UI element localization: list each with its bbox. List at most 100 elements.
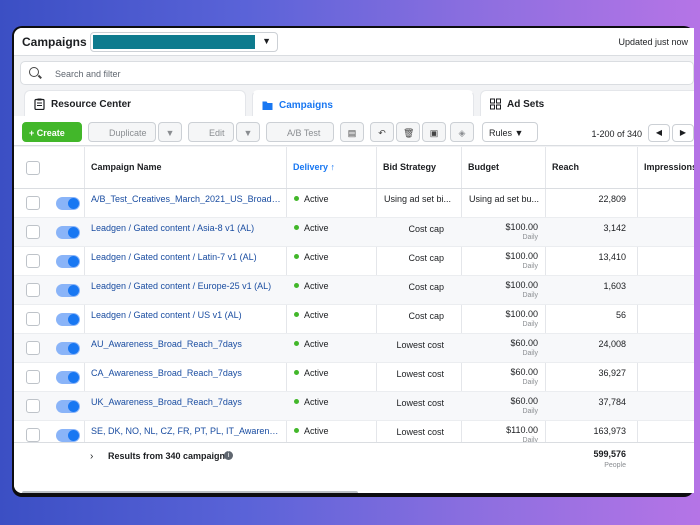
column-impressions[interactable]: Impressions [644, 162, 694, 172]
column-campaign-name[interactable]: Campaign Name [91, 162, 162, 172]
campaign-name-link[interactable]: CA_Awareness_Broad_Reach_7days [91, 368, 281, 378]
campaign-name-link[interactable]: Leadgen / Gated content / Europe-25 v1 (… [91, 281, 281, 291]
undo-button[interactable]: ↶ [370, 122, 394, 142]
row-checkbox[interactable] [26, 283, 40, 297]
info-icon[interactable]: i [224, 451, 233, 460]
total-reach: 599,576 [593, 449, 626, 459]
budget-value: $100.00 [505, 222, 538, 232]
campaign-toggle[interactable] [56, 284, 80, 297]
campaign-toggle[interactable] [56, 400, 80, 413]
campaign-toggle[interactable] [56, 371, 80, 384]
row-checkbox[interactable] [26, 225, 40, 239]
clipboard-button[interactable]: ▤ [340, 122, 364, 142]
row-checkbox[interactable] [26, 428, 40, 442]
campaign-name-link[interactable]: UK_Awareness_Broad_Reach_7days [91, 397, 281, 407]
budget-value: $60.00 [510, 338, 538, 348]
bid-strategy: Lowest cost [396, 369, 444, 379]
campaign-name-link[interactable]: A/B_Test_Creatives_March_2021_US_Broad_.… [91, 194, 281, 204]
updated-status: Updated just now [618, 37, 688, 47]
tag-button[interactable]: ◈ [450, 122, 474, 142]
delivery-label: Active [304, 339, 329, 349]
delivery-status: Active [294, 339, 329, 349]
column-budget[interactable]: Budget [468, 162, 499, 172]
clipboard-icon: ▤ [347, 128, 357, 138]
create-button[interactable]: + Create [22, 122, 82, 142]
ab-test-button[interactable]: A/B Test [266, 122, 334, 142]
campaign-name-link[interactable]: Leadgen / Gated content / Latin-7 v1 (AL… [91, 252, 281, 262]
prev-page-button[interactable]: ◀ [648, 124, 670, 142]
table-row[interactable]: Leadgen / Gated content / Europe-25 v1 (… [14, 276, 694, 305]
tab-label: Campaigns [279, 100, 333, 111]
delivery-label: Active [304, 281, 329, 291]
edit-dropdown-button[interactable]: ▼ [236, 122, 260, 142]
preview-button[interactable]: ▣ [422, 122, 446, 142]
bid-strategy: Cost cap [408, 224, 444, 234]
status-dot-icon [294, 225, 299, 230]
campaign-toggle[interactable] [56, 313, 80, 326]
budget-value: $100.00 [505, 280, 538, 290]
clipboard-icon [34, 98, 45, 110]
table-row[interactable]: Leadgen / Gated content / Asia-8 v1 (AL)… [14, 218, 694, 247]
row-checkbox[interactable] [26, 341, 40, 355]
device-frame: Campaigns ▼ Updated just now Search and … [12, 26, 694, 497]
rules-button[interactable]: Rules ▼ [482, 122, 538, 142]
delivery-status: Active [294, 310, 329, 320]
select-all-checkbox[interactable] [26, 161, 40, 175]
status-dot-icon [294, 254, 299, 259]
next-page-button[interactable]: ▶ [672, 124, 694, 142]
column-reach[interactable]: Reach [552, 162, 579, 172]
pagination-range: 1-200 of 340 [591, 129, 642, 139]
budget-value: $100.00 [505, 309, 538, 319]
table-row[interactable]: Leadgen / Gated content / US v1 (AL) Acti… [14, 305, 694, 334]
duplicate-button[interactable]: Duplicate [88, 122, 156, 142]
edit-button[interactable]: Edit [188, 122, 234, 142]
campaign-toggle[interactable] [56, 226, 80, 239]
table-row[interactable]: CA_Awareness_Broad_Reach_7days Active Lowe… [14, 363, 694, 392]
table-row[interactable]: UK_Awareness_Broad_Reach_7days Active Lowe… [14, 392, 694, 421]
table-row[interactable]: A/B_Test_Creatives_March_2021_US_Broad_.… [14, 189, 694, 218]
column-bid-strategy[interactable]: Bid Strategy [383, 162, 436, 172]
column-delivery[interactable]: Delivery ↑ [293, 162, 335, 172]
row-checkbox[interactable] [26, 254, 40, 268]
reach-value: 13,410 [598, 252, 626, 262]
tab-resource-center[interactable]: Resource Center [24, 90, 246, 116]
delivery-label: Active [304, 426, 329, 436]
chevron-right-icon: ▶ [679, 128, 687, 137]
status-dot-icon [294, 312, 299, 317]
reach-value: 24,008 [598, 339, 626, 349]
campaign-name-link[interactable]: Leadgen / Gated content / Asia-8 v1 (AL) [91, 223, 281, 233]
campaign-toggle[interactable] [56, 197, 80, 210]
top-bar: Campaigns ▼ Updated just now [14, 28, 694, 56]
folder-icon [262, 101, 273, 110]
horizontal-scrollbar[interactable] [22, 491, 358, 493]
campaign-toggle[interactable] [56, 255, 80, 268]
table-footer: › Results from 340 campaigns i 599,576 P… [14, 442, 694, 482]
row-checkbox[interactable] [26, 399, 40, 413]
delete-button[interactable]: 🗑 [396, 122, 420, 142]
tab-campaigns[interactable]: Campaigns [252, 90, 474, 116]
duplicate-dropdown-button[interactable]: ▼ [158, 122, 182, 142]
delivery-status: Active [294, 368, 329, 378]
tab-ad-sets[interactable]: Ad Sets [480, 90, 694, 116]
campaign-toggle[interactable] [56, 429, 80, 442]
table-header: Campaign Name Delivery ↑ Bid Strategy Bu… [14, 147, 694, 189]
table-row[interactable]: Leadgen / Gated content / Latin-7 v1 (AL… [14, 247, 694, 276]
row-checkbox[interactable] [26, 370, 40, 384]
campaign-name-link[interactable]: SE, DK, NO, NL, CZ, FR, PT, PL, IT_Aware… [91, 426, 281, 436]
status-dot-icon [294, 341, 299, 346]
reach-value: 1,603 [603, 281, 626, 291]
search-bar[interactable]: Search and filter [20, 61, 694, 85]
search-input[interactable]: Search and filter [55, 69, 121, 79]
budget-period: Daily [522, 292, 538, 299]
budget-period: Daily [522, 263, 538, 270]
row-checkbox[interactable] [26, 312, 40, 326]
budget-period: Daily [522, 350, 538, 357]
row-checkbox[interactable] [26, 196, 40, 210]
bid-strategy: Using ad set bi... [384, 194, 452, 204]
table-row[interactable]: AU_Awareness_Broad_Reach_7days Active Lowe… [14, 334, 694, 363]
campaign-toggle[interactable] [56, 342, 80, 355]
campaign-name-link[interactable]: AU_Awareness_Broad_Reach_7days [91, 339, 281, 349]
campaign-name-link[interactable]: Leadgen / Gated content / US v1 (AL) [91, 310, 281, 320]
account-selector[interactable]: ▼ [90, 32, 278, 52]
chevron-right-icon[interactable]: › [90, 451, 93, 462]
